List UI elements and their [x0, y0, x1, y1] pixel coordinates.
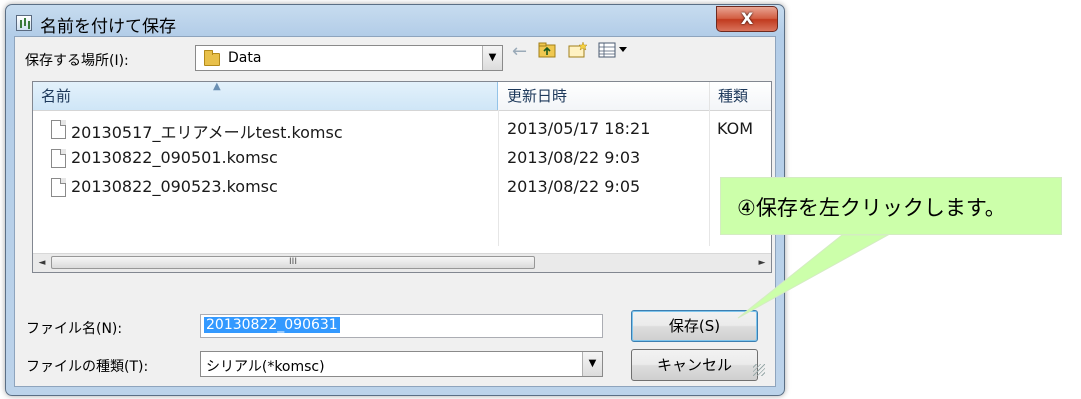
horizontal-scrollbar[interactable]: ◄ III ►: [33, 253, 771, 272]
filename-value: 20130822_090631: [204, 317, 340, 333]
callout-text: ④保存を左クリックします。: [737, 196, 1006, 220]
list-header: ▲ 名前 更新日時 種類: [33, 82, 771, 111]
list-item[interactable]: 20130822_090523.komsc 2013/08/22 9:05: [33, 174, 771, 200]
filetype-select[interactable]: シリアル(*komsc) ▼: [200, 351, 603, 377]
file-date: 2013/08/22 9:05: [507, 177, 641, 196]
column-header-name[interactable]: ▲ 名前: [33, 82, 498, 110]
location-label: 保存する場所(I):: [25, 53, 129, 69]
column-header-date[interactable]: 更新日時: [499, 82, 709, 110]
scroll-right-icon[interactable]: ►: [753, 254, 771, 272]
column-name-label: 名前: [41, 87, 72, 105]
chevron-down-icon[interactable]: ▼: [482, 46, 502, 70]
title-bar[interactable]: 名前を付けて保存 X: [6, 5, 784, 39]
dialog-client-area: 保存する場所(I): Data ▼ ← ▲ 名前 更新日時 種類 2013051…: [14, 36, 776, 387]
filetype-value: シリアル(*komsc): [206, 359, 325, 375]
new-folder-icon[interactable]: [568, 41, 588, 64]
file-date: 2013/05/17 18:21: [507, 119, 651, 138]
view-menu-icon[interactable]: [598, 41, 630, 64]
app-icon: [16, 15, 32, 31]
file-icon: [51, 149, 66, 168]
sort-arrow-icon: ▲: [213, 81, 221, 92]
filename-label: ファイル名(N):: [26, 321, 123, 337]
up-folder-icon[interactable]: [538, 41, 556, 64]
filetype-label: ファイルの種類(T):: [26, 359, 149, 375]
filename-input[interactable]: 20130822_090631: [200, 314, 603, 338]
column-date-label: 更新日時: [507, 87, 568, 105]
file-date: 2013/08/22 9:03: [507, 148, 641, 167]
scroll-left-icon[interactable]: ◄: [33, 254, 51, 272]
file-name: 20130822_090501.komsc: [71, 148, 278, 167]
instruction-callout: ④保存を左クリックします。: [720, 177, 1062, 235]
scroll-thumb[interactable]: III: [51, 256, 535, 269]
column-header-type[interactable]: 種類: [709, 82, 771, 110]
column-type-label: 種類: [718, 87, 749, 105]
file-icon: [51, 120, 66, 139]
list-item[interactable]: 20130822_090501.komsc 2013/08/22 9:03: [33, 145, 771, 171]
chevron-down-icon[interactable]: ▼: [582, 352, 602, 376]
save-button[interactable]: 保存(S): [631, 310, 758, 342]
resize-grip[interactable]: [753, 364, 765, 376]
list-item[interactable]: 20130517_エリアメールtest.komsc 2013/05/17 18:…: [33, 116, 771, 142]
file-name: 20130822_090523.komsc: [71, 177, 278, 196]
back-arrow-icon[interactable]: ←: [512, 41, 527, 62]
file-icon: [51, 178, 66, 197]
window-title: 名前を付けて保存: [40, 17, 176, 37]
folder-icon: [204, 50, 220, 66]
file-name: 20130517_エリアメールtest.komsc: [71, 123, 343, 142]
file-list[interactable]: ▲ 名前 更新日時 種類 20130517_エリアメールtest.komsc 2…: [32, 81, 772, 273]
location-value: Data: [228, 50, 262, 66]
cancel-button[interactable]: キャンセル: [631, 349, 758, 381]
save-dialog: 名前を付けて保存 X 保存する場所(I): Data ▼ ← ▲ 名前 更新日時…: [5, 4, 785, 396]
file-type: KOM: [717, 119, 754, 138]
close-button[interactable]: X: [716, 6, 778, 32]
location-combo[interactable]: Data ▼: [195, 45, 503, 71]
